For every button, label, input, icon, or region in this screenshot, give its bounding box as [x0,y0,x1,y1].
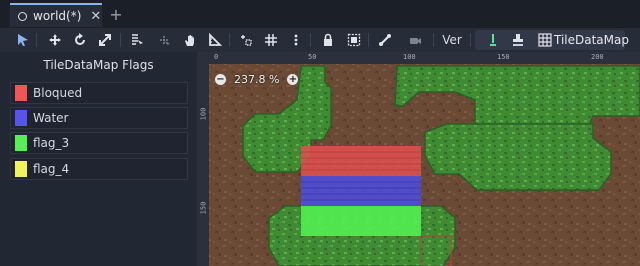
pivot-icon [160,36,170,47]
lock-icon [324,33,332,46]
grid-icon [265,34,277,46]
bucket-mode-button[interactable] [509,31,527,49]
ruler-left: 100 150 [197,52,209,266]
ruler-tool-button[interactable] [206,31,224,49]
ruler-tick: 150 [199,201,208,215]
select-tool-button[interactable] [14,31,32,49]
zoom-controls: − 237.8 % + [215,72,299,86]
pencil-icon [490,34,496,46]
rotate-icon [75,33,85,45]
tiledatamap-flags-panel: TileDataMap Flags Bloqued Water flag_3 f… [0,52,197,266]
scene-tab-world[interactable]: world(*) ✕ [10,3,102,27]
flag-item-flag-4[interactable]: flag_4 [10,158,188,180]
flag-overlay-tiles [301,146,421,236]
ruler-tick: 150 [497,53,510,61]
scene-tab-title: world(*) [33,9,82,23]
move-icon [49,34,61,46]
flag-label: flag_4 [33,162,70,176]
flag-color-swatch [15,135,27,151]
flag-color-swatch [15,161,27,177]
group-button[interactable] [345,31,363,49]
more-vertical-icon [294,34,298,46]
tiledatamap-label[interactable]: TileDataMap [554,31,629,49]
pivot-tool-button[interactable] [155,31,173,49]
tilemap-grid-icon [538,33,552,47]
flag-label: Bloqued [33,86,83,100]
snap-icon [241,35,252,46]
hand-icon [185,35,194,46]
flag-label: flag_3 [33,136,70,150]
list-select-button[interactable] [128,31,146,49]
camera-icon [410,38,421,44]
skeleton-button[interactable] [376,31,394,49]
list-icon [132,34,143,46]
scale-icon [99,34,111,46]
camera-override-button[interactable] [406,31,424,49]
view-menu-button[interactable]: Ver [438,31,466,49]
bone-icon [379,34,391,46]
zoom-out-button[interactable]: − [215,73,226,85]
scene-icon [18,11,27,21]
scene-tab-bar: world(*) ✕ + [0,0,640,28]
ruler-tick: 100 [199,107,208,121]
stamp-icon [513,34,523,46]
flag-color-swatch [15,85,27,101]
ruler-tick: 50 [308,53,317,61]
move-tool-button[interactable] [46,31,64,49]
ruler-tick: 100 [403,53,416,61]
flag-item-water[interactable]: Water [10,107,188,129]
add-tab-button[interactable]: + [107,3,125,25]
editor-toolbar: Ver TileDataMap [0,28,640,52]
pan-tool-button[interactable] [181,31,199,49]
snap-options-button[interactable] [287,31,305,49]
tiledatamap-icon-button[interactable] [536,31,554,49]
panel-title: TileDataMap Flags [43,58,154,72]
flag-item-flag-3[interactable]: flag_3 [10,132,188,154]
lock-button[interactable] [319,31,337,49]
cursor-icon [18,34,28,46]
flag-item-bloqued[interactable]: Bloqued [10,82,188,104]
zoom-level-label[interactable]: 237.8 % [234,73,279,86]
rotate-tool-button[interactable] [71,31,89,49]
flag-label: Water [33,111,69,125]
ruler-tick: 0 [214,53,219,61]
smart-snap-button[interactable] [237,31,255,49]
ruler-tick: 200 [591,53,604,61]
grid-snap-button[interactable] [262,31,280,49]
canvas-viewport[interactable]: 0 50 100 150 200 100 150 − 237.8 % + [197,52,640,266]
flag-color-swatch [15,110,27,126]
paint-mode-button[interactable] [484,31,502,49]
zoom-in-button[interactable]: + [287,73,299,85]
group-icon [347,33,361,47]
ruler-top: 0 50 100 150 200 [197,52,640,64]
close-tab-icon[interactable]: ✕ [90,9,101,24]
scale-tool-button[interactable] [96,31,114,49]
ruler-icon [209,33,222,46]
